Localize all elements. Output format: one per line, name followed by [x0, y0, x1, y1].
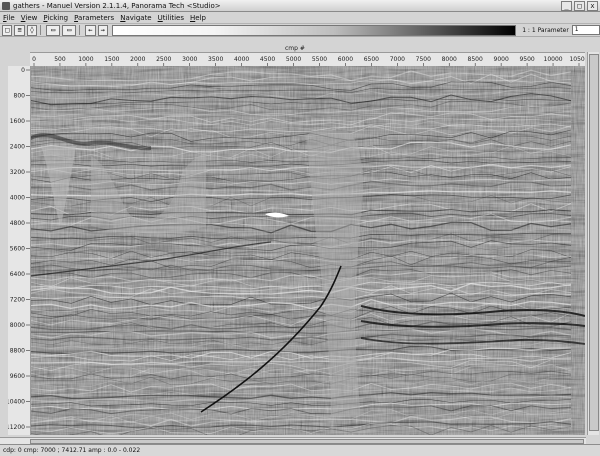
list-icon[interactable]: ≡	[14, 24, 25, 36]
back-arrow-icon[interactable]: ←	[85, 24, 96, 36]
ruler-tick-label: 6400	[10, 271, 25, 278]
ruler-tick-label: 2500	[156, 56, 171, 63]
ruler-tick-label: 7500	[416, 56, 431, 63]
color-palette-bar[interactable]	[111, 24, 517, 36]
app-icon	[2, 1, 10, 10]
ruler-tick-label: 0	[21, 67, 25, 74]
menu-utilities[interactable]: Utilities	[155, 14, 187, 22]
seismic-section-canvas[interactable]	[31, 66, 585, 435]
ruler-tick-label: 8000	[10, 322, 25, 329]
save-icon[interactable]: □	[2, 24, 13, 36]
ruler-tick-label: 4000	[234, 56, 249, 63]
ruler-tick-label: 5500	[312, 56, 327, 63]
horizontal-ruler-ticks: 0 500 1000 1500 2000 2500 3000 3500 4000 4500 5000…	[32, 56, 585, 67]
ruler-tick-label: 3500	[208, 56, 223, 63]
ruler-tick-label: 7000	[390, 56, 405, 63]
ruler-tick-label: 6500	[364, 56, 379, 63]
title-bar[interactable]: gathers - Manuel Version 2.1.1.4, Panora…	[0, 0, 600, 12]
zoom-icon[interactable]: ▭	[46, 24, 61, 36]
menu-view[interactable]: View	[18, 14, 41, 22]
vertical-ruler: 0 800 1600 2400 3200 4000 4800 5600 6400 7200 8000…	[8, 66, 31, 435]
ruler-tick-label: 1000	[78, 56, 93, 63]
toolbar-separator	[40, 25, 42, 35]
ruler-tick-label: 8000	[442, 56, 457, 63]
ruler-tick-label: 5600	[10, 246, 25, 253]
ruler-tick-label: 1500	[104, 56, 119, 63]
ruler-tick-label: 3200	[10, 169, 25, 176]
menu-bar: File View Picking Parameters Navigate Ut…	[0, 12, 600, 24]
palette-label: 1 : 1 Parameter	[522, 26, 569, 34]
maximize-button[interactable]: □	[574, 0, 585, 11]
ruler-tick-label: 3000	[182, 56, 197, 63]
window-title: gathers - Manuel Version 2.1.1.4, Panora…	[13, 1, 221, 10]
menu-picking[interactable]: Picking	[40, 14, 71, 22]
ruler-tick-label: 10000	[544, 56, 563, 63]
ruler-tick-label: 8500	[468, 56, 483, 63]
ruler-tick-label: 0	[32, 56, 36, 63]
menu-help[interactable]: Help	[187, 14, 209, 22]
application-window: gathers - Manuel Version 2.1.1.4, Panora…	[0, 0, 600, 456]
toolbar-separator	[79, 25, 81, 35]
ruler-tick-label: 8800	[10, 348, 25, 355]
ruler-tick-label: 1600	[10, 118, 25, 125]
ruler-caption: cmp #	[285, 45, 305, 52]
ruler-tick-label: 4800	[10, 220, 25, 227]
ruler-tick-label: 500	[54, 56, 66, 63]
ruler-tick-label: 4500	[260, 56, 275, 63]
ruler-tick-label: 2400	[10, 144, 25, 151]
ruler-tick-label: 6000	[338, 56, 353, 63]
ruler-tick-label: 4000	[10, 195, 25, 202]
parameter-field[interactable]: 1	[571, 25, 600, 35]
pick-icon[interactable]: ◊	[26, 24, 38, 36]
toolbar: □ ≡ ◊ ▭ ▭ ← → 1 : 1 Parameter 1	[0, 24, 600, 37]
menu-navigate[interactable]: Navigate	[117, 14, 154, 22]
horizontal-scrollbar[interactable]	[0, 437, 586, 444]
seismic-image	[31, 66, 585, 435]
ruler-tick-label: 10500	[569, 56, 585, 63]
ruler-tick-label: 9500	[519, 56, 534, 63]
vertical-ruler-ticks: 0 800 1600 2400 3200 4000 4800 5600 6400 7200 8000…	[8, 67, 30, 431]
ruler-tick-label: 9000	[494, 56, 509, 63]
status-bar: cdp: 0 cmp: 7000 ; 7412.71 amp : 0.0 - 0…	[0, 444, 600, 456]
ruler-tick-label: 800	[14, 93, 26, 100]
menu-file[interactable]: File	[0, 14, 18, 22]
ruler-tick-label: 5000	[286, 56, 301, 63]
ruler-tick-label: 11200	[8, 424, 25, 431]
menu-parameters[interactable]: Parameters	[71, 14, 117, 22]
close-button[interactable]: x	[587, 0, 598, 11]
forward-arrow-icon[interactable]: →	[97, 24, 108, 36]
vertical-scrollbar[interactable]	[587, 52, 599, 435]
ruler-tick-label: 10400	[8, 399, 25, 406]
ruler-tick-label: 2000	[130, 56, 145, 63]
display-icon[interactable]: ▭	[62, 24, 77, 36]
ruler-tick-label: 9600	[10, 373, 25, 380]
vertical-scroll-thumb[interactable]	[589, 54, 599, 431]
minimize-button[interactable]: _	[561, 0, 572, 11]
ruler-tick-label: 7200	[10, 297, 25, 304]
